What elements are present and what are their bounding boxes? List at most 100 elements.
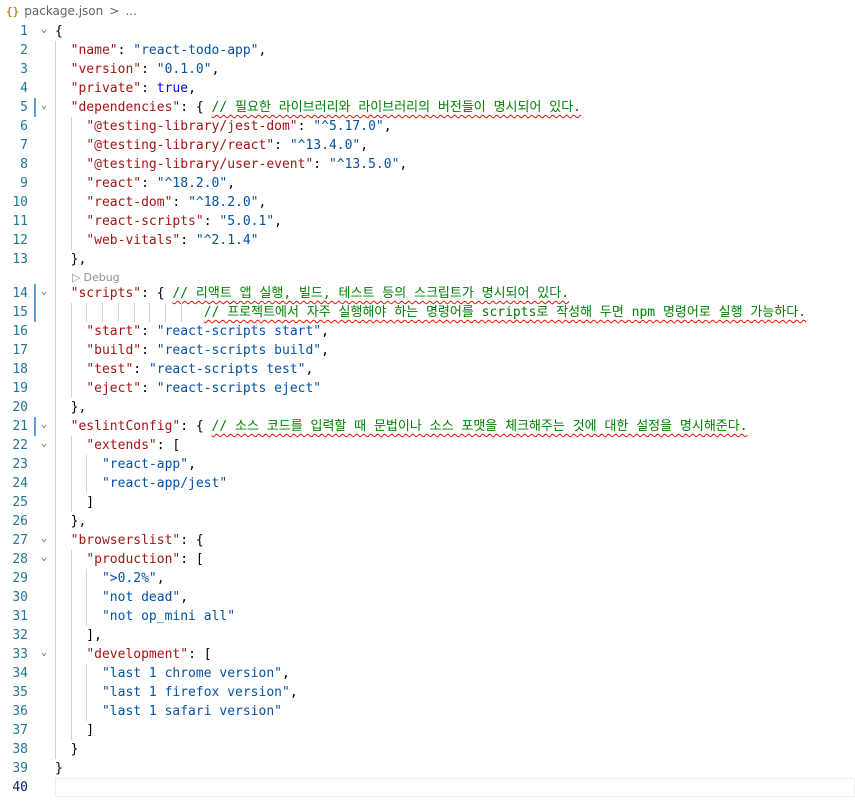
code-line[interactable]: 39} [0,759,855,778]
json-string: "react-app/jest" [101,476,228,491]
json-string: "^18.2.0" [188,195,259,210]
line-number: 3 [20,62,28,77]
chevron-right-icon: > [109,4,120,18]
punctuation: }, [55,252,87,267]
breadcrumb-file[interactable]: package.json [24,4,103,18]
indent-guide [133,303,135,322]
code-line[interactable]: 14 ⌄ "scripts": { // 리액트 앱 실행, 빌드, 테스트 등의… [0,284,855,303]
code-line[interactable]: 35 "last 1 firefox version", [0,683,855,702]
comment: // 소스 코드를 입력할 때 문법이나 소스 포맷을 체크해주는 것에 대한 … [211,419,748,434]
code-line[interactable]: 9 "react": "^18.2.0", [0,174,855,193]
code-line[interactable]: 15 // 프로젝트에서 자주 실행해야 하는 명령어를 scripts로 작성… [0,303,855,322]
code-line[interactable]: 2 "name": "react-todo-app", [0,41,855,60]
json-key: "web-vitals" [86,233,181,248]
code-line[interactable]: 19 "eject": "react-scripts eject" [0,379,855,398]
json-key: "extends" [86,438,157,453]
fold-chevron-icon[interactable]: ⌄ [38,433,50,452]
code-line[interactable]: 20 }, [0,398,855,417]
fold-chevron-icon[interactable]: ⌄ [38,414,50,433]
punctuation: : [ [188,647,212,662]
line-number: 21 [12,419,28,434]
code-text: }, [55,250,87,269]
code-line[interactable]: 18 "test": "react-scripts test", [0,360,855,379]
json-string: "react-todo-app" [133,43,259,58]
line-number: 5 [20,100,28,115]
code-text: "dependencies": { // 필요한 라이브러리와 라이브러리의 버… [55,98,581,117]
json-key: "@testing-library/user-event" [86,157,314,172]
json-file-icon: {} [6,4,20,18]
indent-guide [117,303,119,322]
code-line[interactable]: 7 "@testing-library/react": "^13.4.0", [0,136,855,155]
code-line[interactable]: 29 ">0.2%", [0,569,855,588]
json-key: "eject" [86,381,142,396]
code-line[interactable]: 38 } [0,740,855,759]
code-line[interactable]: 28 ⌄ "production": [ [0,550,855,569]
json-key: "name" [70,43,118,58]
fold-chevron-icon[interactable]: ⌄ [38,281,50,300]
fold-chevron-icon[interactable]: ⌄ [38,19,50,38]
code-editor[interactable]: 1 ⌄{2 "name": "react-todo-app", 3 "version… [0,22,855,812]
json-key: "scripts" [70,286,142,301]
fold-chevron-icon[interactable]: ⌄ [38,642,50,661]
code-line[interactable]: 13 }, [0,250,855,269]
punctuation: , [383,119,392,134]
line-number: 35 [12,685,28,700]
code-line[interactable]: 5 ⌄ "dependencies": { // 필요한 라이브러리와 라이브러리… [0,98,855,117]
line-number: 4 [20,81,28,96]
comment: // 필요한 라이브러리와 라이브러리의 버전들이 명시되어 있다. [211,100,581,115]
code-line[interactable]: 25 ] [0,493,855,512]
code-line[interactable]: 30 "not dead", [0,588,855,607]
punctuation [55,81,71,96]
code-line[interactable]: 33 ⌄ "development": [ [0,645,855,664]
code-line[interactable]: 26 }, [0,512,855,531]
codelens-debug[interactable]: ▷ Debug [72,270,120,285]
code-text: ] [55,493,94,512]
punctuation: : { [180,100,212,115]
code-line[interactable]: 6 "@testing-library/jest-dom": "^5.17.0"… [0,117,855,136]
code-line[interactable]: 11 "react-scripts": "5.0.1", [0,212,855,231]
code-line[interactable]: 22 ⌄ "extends": [ [0,436,855,455]
json-key: "browserslist" [70,533,181,548]
code-line[interactable]: 27 ⌄ "browserslist": { [0,531,855,550]
code-line[interactable]: 23 "react-app", [0,455,855,474]
code-line[interactable]: 4 "private": true, [0,79,855,98]
punctuation [55,704,102,719]
line-number: 34 [12,666,28,681]
punctuation: , [258,195,267,210]
code-text: { [55,22,63,41]
code-text: "name": "react-todo-app", [55,41,267,60]
line-number: 8 [20,157,28,172]
code-line[interactable]: 32 ], [0,626,855,645]
json-string: "not dead" [101,590,181,605]
punctuation: : [ [156,438,181,453]
fold-chevron-icon[interactable]: ⌄ [38,547,50,566]
code-line[interactable]: 16 "start": "react-scripts start", [0,322,855,341]
code-line[interactable]: 12 "web-vitals": "^2.1.4" [0,231,855,250]
line-number: 18 [12,362,28,377]
code-line[interactable]: 10 "react-dom": "^18.2.0", [0,193,855,212]
punctuation: { [55,24,63,39]
line-number: 19 [12,381,28,396]
code-line[interactable]: 24 "react-app/jest" [0,474,855,493]
line-number: 10 [12,195,28,210]
code-line[interactable]: 17 "build": "react-scripts build", [0,341,855,360]
code-line[interactable]: 31 "not op_mini all" [0,607,855,626]
punctuation: : [141,343,157,358]
code-line[interactable]: 8 "@testing-library/user-event": "^13.5.… [0,155,855,174]
code-line[interactable]: 40 [0,778,855,797]
code-line[interactable]: 36 "last 1 safari version" [0,702,855,721]
code-line[interactable]: 1 ⌄ { [0,22,855,41]
line-number: 26 [12,514,28,529]
code-line[interactable]: 21 ⌄ "eslintConfig": { // 소스 코드를 입력할 때 문법… [0,417,855,436]
punctuation: : { [180,533,204,548]
code-line[interactable]: 3 "version": "0.1.0", [0,60,855,79]
punctuation [55,43,71,58]
breadcrumb-more[interactable]: ... [125,4,136,18]
code-line[interactable]: 34 "last 1 chrome version", [0,664,855,683]
code-line[interactable]: 37 ] [0,721,855,740]
code-text: "browserslist": { [55,531,204,550]
comment: // 리액트 앱 실행, 빌드, 테스트 등의 스크립트가 명시되어 있다. [172,286,570,301]
fold-chevron-icon[interactable]: ⌄ [38,95,50,114]
punctuation: , [399,157,408,172]
fold-chevron-icon[interactable]: ⌄ [38,528,50,547]
